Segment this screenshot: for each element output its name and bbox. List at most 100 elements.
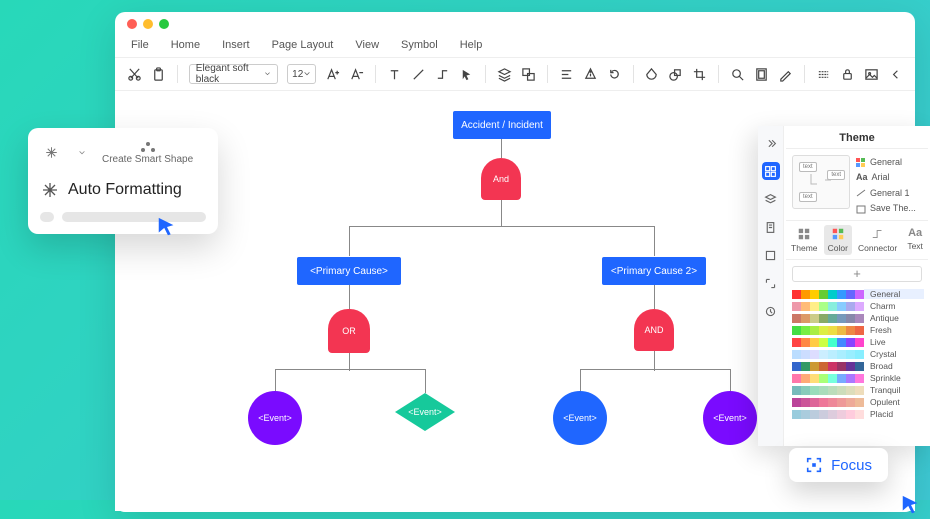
color-swatch [846, 410, 855, 419]
distribute-icon[interactable] [583, 66, 598, 82]
gate-or[interactable]: OR [328, 309, 370, 353]
color-swatch [810, 386, 819, 395]
connector-tool-icon[interactable] [435, 66, 450, 82]
align-icon[interactable] [559, 66, 574, 82]
close-window-button[interactable] [127, 19, 137, 29]
rail-expand-icon[interactable] [762, 274, 780, 292]
node-primary-cause-2[interactable]: <Primary Cause 2> [602, 257, 706, 285]
palette-row[interactable]: General [786, 288, 928, 300]
palette-row[interactable]: Placid [786, 408, 928, 420]
auto-format-slider[interactable] [40, 212, 206, 222]
image-icon[interactable] [864, 66, 879, 82]
focus-button[interactable]: Focus [789, 448, 888, 482]
color-swatch [855, 350, 864, 359]
shape-tool-icon[interactable] [668, 66, 683, 82]
group-icon[interactable] [521, 66, 536, 82]
chevron-down-icon[interactable] [78, 149, 86, 157]
gate-and-top[interactable]: And [481, 158, 521, 200]
palette-row[interactable]: Tranquil [786, 384, 928, 396]
rail-shape-icon[interactable] [762, 246, 780, 264]
color-swatch [819, 338, 828, 347]
cut-icon[interactable] [127, 66, 142, 82]
color-swatch [792, 362, 801, 371]
palette-row[interactable]: Antique [786, 312, 928, 324]
maximize-window-button[interactable] [159, 19, 169, 29]
font-size-select[interactable]: 12 [287, 64, 316, 84]
page-icon[interactable] [754, 66, 769, 82]
palette-label: Charm [864, 301, 924, 311]
layers-icon[interactable] [497, 66, 512, 82]
color-swatch [792, 314, 801, 323]
rail-history-icon[interactable] [762, 302, 780, 320]
palette-row[interactable]: Crystal [786, 348, 928, 360]
event-diamond[interactable]: <Event> [395, 393, 455, 431]
minimize-window-button[interactable] [143, 19, 153, 29]
color-swatch [819, 314, 828, 323]
rotate-icon[interactable] [607, 66, 622, 82]
slider-handle[interactable] [40, 212, 54, 222]
color-swatch [846, 338, 855, 347]
menu-file[interactable]: File [131, 39, 149, 51]
palette-row[interactable]: Live [786, 336, 928, 348]
palette-row[interactable]: Charm [786, 300, 928, 312]
connector [654, 285, 655, 309]
decrease-font-icon[interactable] [349, 66, 364, 82]
event-node-3[interactable]: <Event> [553, 391, 607, 445]
color-swatch [819, 362, 828, 371]
palette-label: General [864, 289, 924, 299]
font-select[interactable]: Elegant soft black [189, 64, 278, 84]
menu-view[interactable]: View [355, 39, 379, 51]
lock-icon[interactable] [840, 66, 855, 82]
color-swatch [801, 350, 810, 359]
gate-and-right[interactable]: AND [634, 309, 674, 351]
rail-layers-icon[interactable] [762, 190, 780, 208]
color-swatch [855, 326, 864, 335]
tab-connector[interactable]: Connector [854, 225, 901, 255]
add-palette-button[interactable]: + [792, 266, 922, 282]
node-root[interactable]: Accident / Incident [453, 111, 551, 139]
palette-label: Live [864, 337, 924, 347]
menu-symbol[interactable]: Symbol [401, 39, 438, 51]
text-tool-icon[interactable] [387, 66, 402, 82]
color-swatch [846, 350, 855, 359]
palette-row[interactable]: Fresh [786, 324, 928, 336]
palette-label: Sprinkle [864, 373, 924, 383]
color-swatch [837, 398, 846, 407]
event-node-4[interactable]: <Event> [703, 391, 757, 445]
create-smart-shape-button[interactable]: Create Smart Shape [102, 140, 193, 166]
rail-page-icon[interactable] [762, 218, 780, 236]
collapse-panel-icon[interactable] [888, 66, 903, 82]
rail-collapse-icon[interactable] [762, 134, 780, 152]
fill-color-icon[interactable] [644, 66, 659, 82]
rail-theme-icon[interactable] [762, 162, 780, 180]
tab-color[interactable]: Color [824, 225, 852, 255]
menu-home[interactable]: Home [171, 39, 200, 51]
increase-font-icon[interactable] [325, 66, 340, 82]
color-swatch [828, 374, 837, 383]
color-swatch [828, 398, 837, 407]
tab-theme[interactable]: Theme [787, 225, 821, 255]
menu-page-layout[interactable]: Page Layout [272, 39, 334, 51]
color-swatch [837, 314, 846, 323]
window-titlebar [115, 12, 915, 36]
line-style-icon[interactable] [816, 66, 831, 82]
menu-help[interactable]: Help [460, 39, 483, 51]
theme-thumbnail[interactable]: text text text [792, 155, 850, 209]
paste-icon[interactable] [151, 66, 166, 82]
pointer-tool-icon[interactable] [459, 66, 474, 82]
event-node-1[interactable]: <Event> [248, 391, 302, 445]
crop-icon[interactable] [692, 66, 707, 82]
spark-icon[interactable] [40, 142, 62, 164]
node-primary-cause-1[interactable]: <Primary Cause> [297, 257, 401, 285]
color-swatch [801, 290, 810, 299]
line-tool-icon[interactable] [411, 66, 426, 82]
zoom-icon[interactable] [730, 66, 745, 82]
palette-row[interactable]: Broad [786, 360, 928, 372]
palette-row[interactable]: Sprinkle [786, 372, 928, 384]
auto-formatting-button[interactable]: Auto Formatting [40, 180, 206, 200]
color-swatch [810, 290, 819, 299]
tab-text[interactable]: AaText [903, 225, 927, 255]
palette-row[interactable]: Opulent [786, 396, 928, 408]
pen-icon[interactable] [778, 66, 793, 82]
menu-insert[interactable]: Insert [222, 39, 250, 51]
